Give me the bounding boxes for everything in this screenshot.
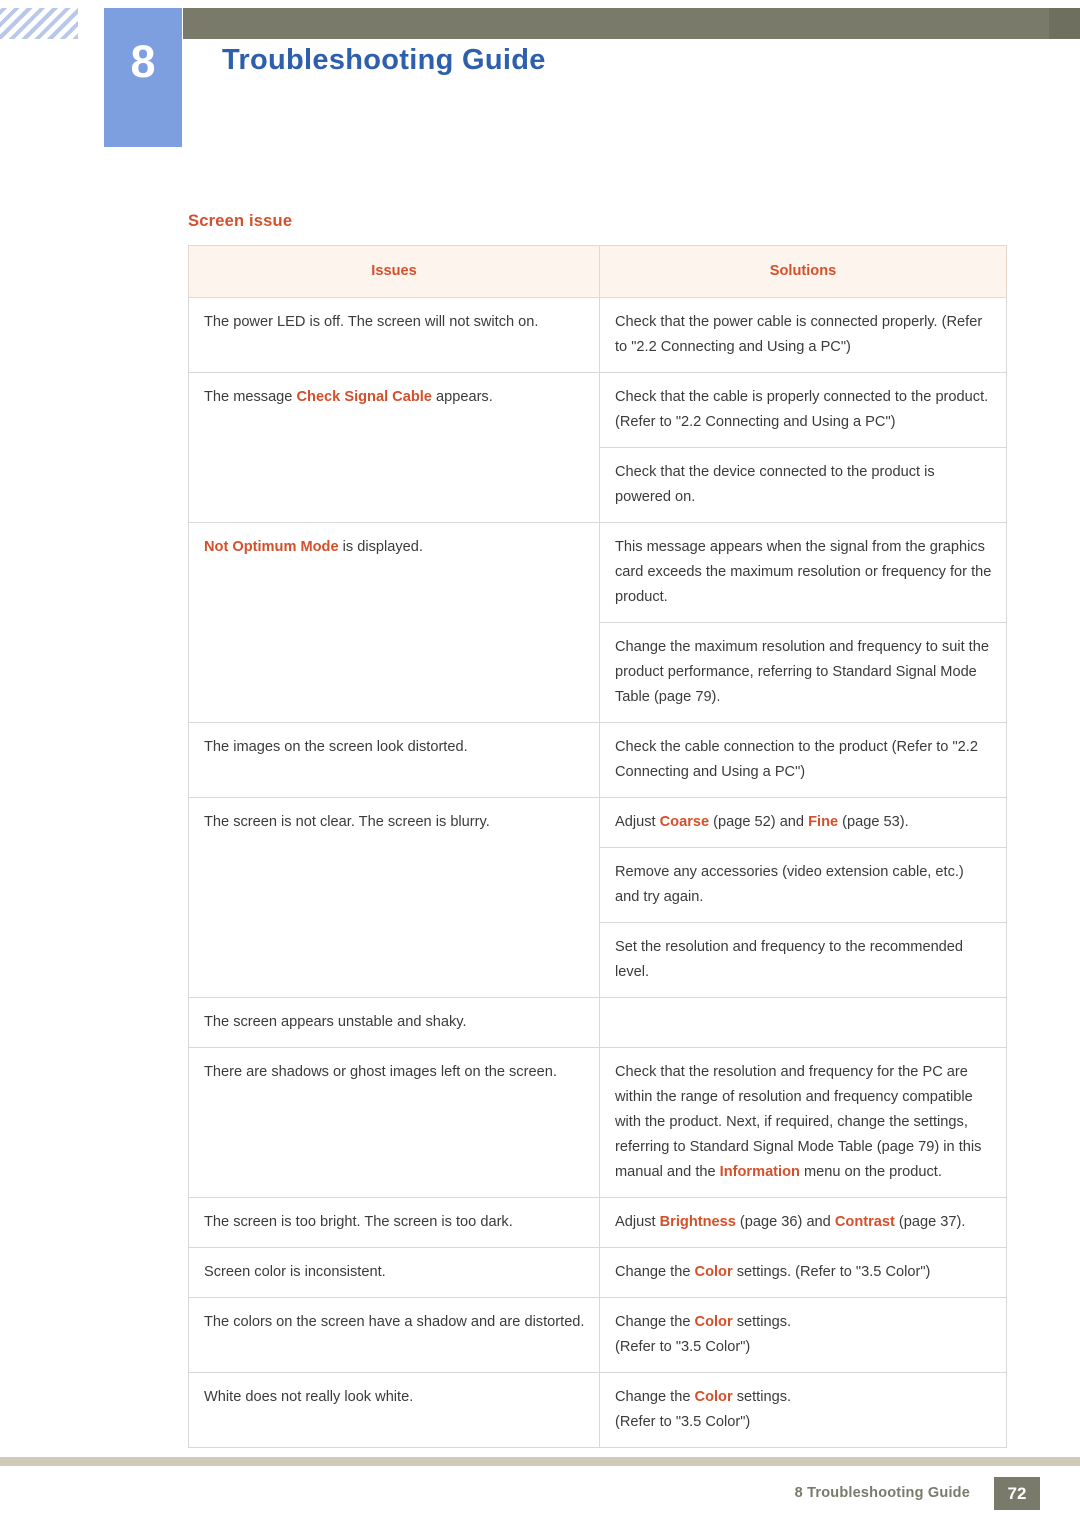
chapter-number: 8 — [130, 36, 156, 87]
issue-cell: There are shadows or ghost images left o… — [188, 1047, 600, 1198]
section-title: Screen issue — [188, 212, 293, 230]
column-header-solutions: Solutions — [599, 245, 1007, 298]
issue-cell: The power LED is off. The screen will no… — [188, 297, 600, 373]
issue-cell: Screen color is inconsistent. — [188, 1247, 600, 1298]
text-run: (Refer to "3.5 Color") — [615, 1414, 751, 1430]
text-run: Change the — [615, 1264, 695, 1280]
text-run: Check that the resolution and frequency … — [615, 1064, 982, 1180]
issue-cell: The screen is not clear. The screen is b… — [188, 797, 600, 998]
issue-cell: The screen is too bright. The screen is … — [188, 1197, 600, 1248]
text-run: The screen appears unstable and shaky. — [204, 1014, 467, 1030]
text-run: (page 53). — [838, 814, 909, 830]
text-run: Check that the power cable is connected … — [615, 314, 983, 355]
header-bar-end-cap — [1049, 8, 1080, 39]
table-row: The message Check Signal Cable appears. C… — [188, 372, 1007, 523]
highlighted-term: Color — [694, 1389, 733, 1405]
text-run: is displayed. — [338, 539, 423, 555]
highlighted-term: Fine — [808, 814, 839, 830]
text-run: appears. — [431, 389, 493, 405]
issue-cell: The images on the screen look distorted. — [188, 722, 600, 798]
table-row: The screen appears unstable and shaky. — [188, 997, 1007, 1048]
solution-cell: Adjust Coarse (page 52) and Fine (page 5… — [599, 797, 1007, 848]
solution-cell: Check that the cable is properly connect… — [599, 372, 1007, 448]
solution-cell: Change the maximum resolution and freque… — [599, 622, 1007, 723]
footer-label: 8 Troubleshooting Guide — [794, 1485, 970, 1501]
solution-cell: Adjust Brightness (page 36) and Contrast… — [599, 1197, 1007, 1248]
page-content: Screen issue Issues Solutions The power … — [188, 212, 1007, 1448]
header-bar — [183, 8, 1080, 39]
text-run: (page 36) and — [735, 1214, 835, 1230]
text-run: Adjust — [615, 1214, 660, 1230]
highlighted-term: Brightness — [659, 1214, 736, 1230]
text-run: Remove any accessories (video extension … — [615, 864, 964, 905]
issue-cell: The colors on the screen have a shadow a… — [188, 1297, 600, 1373]
text-run: Change the maximum resolution and freque… — [615, 639, 989, 705]
text-run: Check that the device connected to the p… — [615, 464, 935, 505]
footer-page-number: 72 — [994, 1477, 1040, 1510]
table-row: The screen is too bright. The screen is … — [188, 1197, 1007, 1248]
text-run: Adjust — [615, 814, 660, 830]
issue-cell: White does not really look white. — [188, 1372, 600, 1448]
solution-cell: Check the cable connection to the produc… — [599, 722, 1007, 798]
page-title: Troubleshooting Guide — [222, 44, 546, 76]
solution-cell: Check that the resolution and frequency … — [599, 1047, 1007, 1198]
text-run: settings. — [732, 1314, 792, 1330]
text-run: (Refer to "3.5 Color") — [615, 1339, 751, 1355]
solution-cell: Remove any accessories (video extension … — [599, 847, 1007, 923]
issue-cell: The message Check Signal Cable appears. — [188, 372, 600, 523]
text-run: There are shadows or ghost images left o… — [204, 1064, 557, 1080]
text-run: (page 37). — [894, 1214, 966, 1230]
table-row: The screen is not clear. The screen is b… — [188, 797, 1007, 998]
text-run: White does not really look white. — [204, 1389, 414, 1405]
table-header-row: Issues Solutions — [188, 245, 1007, 298]
highlighted-term: Color — [694, 1264, 733, 1280]
solution-cell: Set the resolution and frequency to the … — [599, 922, 1007, 998]
text-run: settings. — [732, 1389, 792, 1405]
text-run: The power LED is off. The screen will no… — [204, 314, 539, 330]
text-run: The colors on the screen have a shadow a… — [204, 1314, 585, 1330]
text-run: The images on the screen look distorted. — [204, 739, 468, 755]
highlighted-term: Coarse — [659, 814, 710, 830]
issue-cell: Not Optimum Mode is displayed. — [188, 522, 600, 723]
text-run: menu on the product. — [799, 1164, 942, 1180]
column-header-issues: Issues — [188, 245, 600, 298]
highlighted-term: Check Signal Cable — [296, 389, 432, 405]
screen-issue-table: Issues Solutions The power LED is off. T… — [188, 245, 1007, 1448]
text-run: Check that the cable is properly connect… — [615, 389, 989, 430]
page-footer: 8 Troubleshooting Guide 72 — [0, 1447, 1080, 1527]
text-run: Change the — [615, 1389, 695, 1405]
text-run: (page 52) and — [709, 814, 809, 830]
page-header: 8 Troubleshooting Guide — [0, 0, 1080, 155]
table-row: Screen color is inconsistent. Change the … — [188, 1247, 1007, 1298]
text-run: The screen is not clear. The screen is b… — [204, 814, 490, 830]
text-run: Check the cable connection to the produc… — [615, 739, 978, 780]
highlighted-term: Information — [719, 1164, 800, 1180]
text-run: The screen is too bright. The screen is … — [204, 1214, 513, 1230]
highlighted-term: Not Optimum Mode — [204, 539, 339, 555]
text-run: Screen color is inconsistent. — [204, 1264, 386, 1280]
text-run: Set the resolution and frequency to the … — [615, 939, 964, 980]
table-row: White does not really look white. Change … — [188, 1372, 1007, 1448]
solution-cell: Check that the device connected to the p… — [599, 447, 1007, 523]
table-row: Not Optimum Mode is displayed. This messa… — [188, 522, 1007, 723]
solution-cell: Check that the power cable is connected … — [599, 297, 1007, 373]
solution-cell: Change the Color settings. (Refer to "3.… — [599, 1247, 1007, 1298]
header-hatch-decoration — [0, 8, 78, 39]
text-run: Change the — [615, 1314, 695, 1330]
solution-cell: Change the Color settings. (Refer to "3.5… — [599, 1372, 1007, 1448]
solution-cell: Change the Color settings. (Refer to "3.5… — [599, 1297, 1007, 1373]
text-run: settings. (Refer to "3.5 Color") — [732, 1264, 931, 1280]
highlighted-term: Contrast — [834, 1214, 895, 1230]
table-row: There are shadows or ghost images left o… — [188, 1047, 1007, 1198]
table-row: The colors on the screen have a shadow a… — [188, 1297, 1007, 1373]
text-run: The message — [204, 389, 297, 405]
issue-cell: The screen appears unstable and shaky. — [188, 997, 600, 1048]
text-run: This message appears when the signal fro… — [615, 539, 992, 605]
solution-cell — [599, 997, 1007, 1048]
table-row: The power LED is off. The screen will no… — [188, 297, 1007, 373]
solution-cell: This message appears when the signal fro… — [599, 522, 1007, 623]
table-row: The images on the screen look distorted.… — [188, 722, 1007, 798]
footer-rule — [0, 1457, 1080, 1466]
highlighted-term: Color — [694, 1314, 733, 1330]
